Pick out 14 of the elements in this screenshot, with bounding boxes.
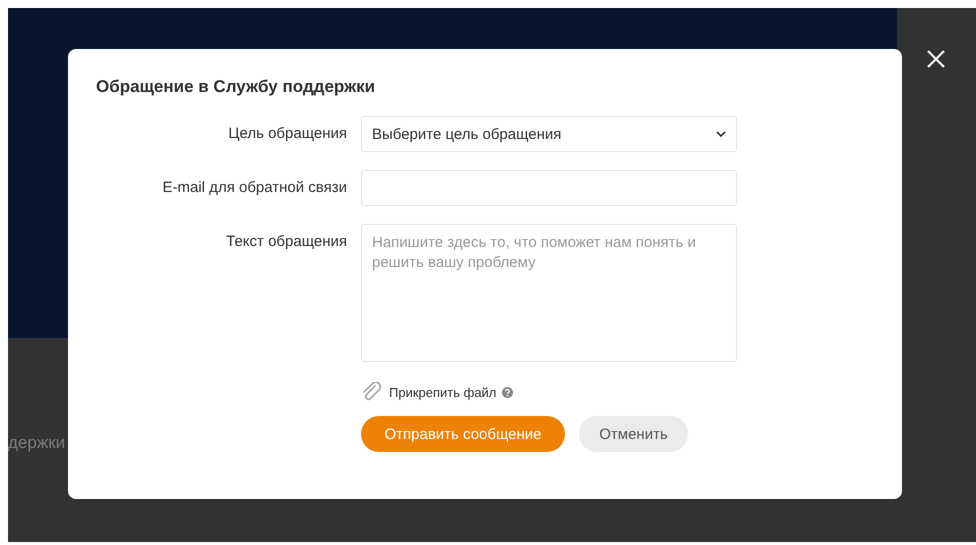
field-label: E-mail для обратной связи <box>162 178 347 196</box>
paperclip-icon[interactable] <box>361 382 383 402</box>
cancel-button[interactable]: Отменить <box>579 416 688 452</box>
field-label: Текст обращения <box>225 232 347 250</box>
field-label: Цель обращения <box>227 124 347 142</box>
close-icon[interactable] <box>926 49 946 69</box>
background-text: держки <box>8 433 66 453</box>
email-input[interactable] <box>361 170 737 206</box>
dialog-title: Обращение в Службу поддержки <box>96 77 376 97</box>
help-icon[interactable] <box>502 386 514 398</box>
message-textarea[interactable]: Напишите здесь то, что поможет нам понять и решить вашу проблему <box>361 224 737 362</box>
attach-file-link[interactable]: Прикрепить файл <box>389 384 496 400</box>
chevron-down-icon <box>716 131 726 137</box>
purpose-select[interactable]: Выберите цель обращения <box>361 116 737 152</box>
